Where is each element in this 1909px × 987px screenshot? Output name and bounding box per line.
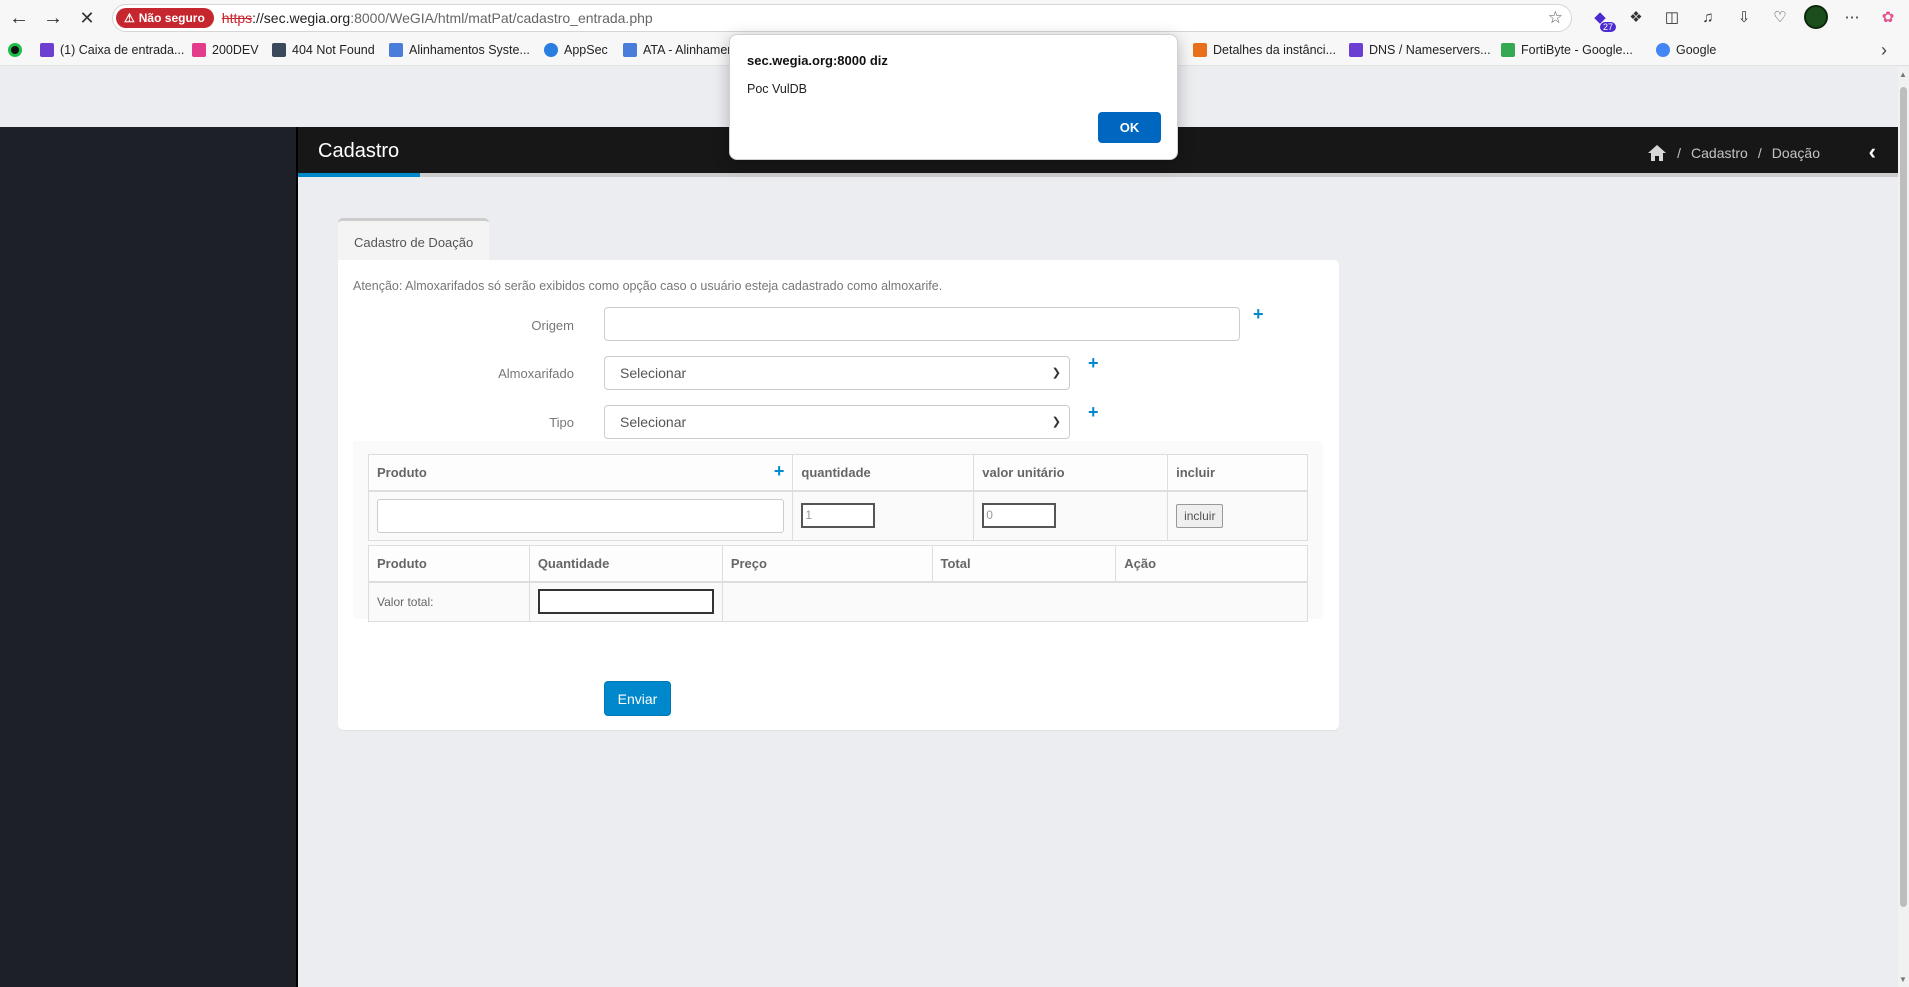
- scroll-up-icon[interactable]: ▲: [1899, 70, 1907, 79]
- alert-dialog: sec.wegia.org:8000 diz Poc VulDB OK: [729, 34, 1178, 160]
- table-row: 1 0 incluir: [367, 490, 1308, 541]
- header-accent: [298, 173, 420, 177]
- bookmark-icon: [544, 43, 558, 57]
- incluir-button[interactable]: incluir: [1176, 503, 1224, 528]
- column-header: Quantidade: [528, 545, 723, 583]
- enviar-button[interactable]: Enviar: [604, 681, 671, 716]
- bookmark-item[interactable]: FortiByte - Google...: [1501, 43, 1633, 57]
- add-origem-icon[interactable]: +: [1253, 304, 1264, 325]
- bookmark-item[interactable]: (1) Caixa de entrada...: [40, 43, 184, 57]
- breadcrumb: / Cadastro / Doação: [1647, 144, 1820, 162]
- stop-loading-icon[interactable]: ✕: [72, 3, 102, 33]
- music-icon[interactable]: ♫: [1696, 5, 1720, 29]
- address-bar[interactable]: ⚠ Não seguro https://sec.wegia.org:8000/…: [112, 4, 1572, 32]
- bookmark-item[interactable]: AppSec: [544, 43, 608, 57]
- dialog-title: sec.wegia.org:8000 diz: [747, 53, 888, 68]
- column-header: Total: [931, 545, 1117, 583]
- scroll-down-icon[interactable]: ▼: [1899, 975, 1907, 984]
- sidebar: [0, 127, 296, 987]
- chevron-left-icon[interactable]: ‹: [1869, 139, 1876, 165]
- bookmark-item[interactable]: DNS / Nameservers...: [1349, 43, 1491, 57]
- puzzle-extensions-icon[interactable]: ❖: [1624, 5, 1648, 29]
- column-header: Produto +: [367, 454, 794, 492]
- almoxarifado-label: Almoxarifado: [498, 366, 574, 381]
- notice-text: Atenção: Almoxarifados só serão exibidos…: [353, 279, 943, 293]
- bookmark-icon: [1656, 43, 1670, 57]
- bookmark-icon: [1501, 43, 1515, 57]
- bookmark-item[interactable]: ATA - Alinhamer: [623, 43, 731, 57]
- column-header: Produto: [368, 545, 530, 583]
- download-icon[interactable]: ⇩: [1732, 5, 1756, 29]
- produto-input[interactable]: [377, 498, 785, 533]
- bookmark-item[interactable]: Alinhamentos Syste...: [389, 43, 530, 57]
- bookmark-icon: [1193, 43, 1207, 57]
- bookmark-item[interactable]: 200DEV: [192, 43, 259, 57]
- sidebar-divider: [296, 127, 298, 987]
- items-section: Produto + quantidade valor unitário inclu…: [353, 441, 1323, 622]
- profile-avatar[interactable]: [1804, 5, 1828, 29]
- quantidade-input[interactable]: 1: [801, 503, 876, 529]
- tipo-label: Tipo: [549, 415, 574, 430]
- tab-cadastro-doacao[interactable]: Cadastro de Doação: [338, 218, 489, 260]
- shield-warning-icon: ⚠: [124, 11, 135, 25]
- column-header: incluir: [1167, 454, 1308, 492]
- dialog-message: Poc VulDB: [747, 82, 807, 96]
- copilot-icon[interactable]: ✿: [1876, 5, 1900, 29]
- valor-total-input[interactable]: [537, 589, 714, 615]
- page-scrollbar[interactable]: ▲ ▼: [1898, 67, 1909, 987]
- more-options-icon[interactable]: ⋯: [1840, 5, 1864, 29]
- security-badge[interactable]: ⚠ Não seguro: [116, 8, 214, 28]
- tipo-select[interactable]: Selecionar ❯: [604, 405, 1070, 439]
- item-entry-table: Produto + quantidade valor unitário inclu…: [367, 454, 1308, 541]
- chevron-right-icon[interactable]: ›: [1881, 40, 1887, 61]
- chevron-down-icon: ❯: [1051, 416, 1061, 428]
- almoxarifado-select[interactable]: Selecionar ❯: [604, 356, 1070, 390]
- chevron-down-icon: ❯: [1051, 367, 1061, 379]
- breadcrumb-item: Doação: [1771, 145, 1820, 161]
- bookmark-icon: [8, 43, 22, 57]
- bookmark-icon: [623, 43, 637, 57]
- form-panel: Atenção: Almoxarifados só serão exibidos…: [338, 260, 1339, 730]
- add-almoxarifado-icon[interactable]: +: [1088, 353, 1099, 374]
- bookmark-item[interactable]: Detalhes da instânci...: [1193, 43, 1336, 57]
- origem-label: Origem: [531, 318, 574, 333]
- bookmark-item[interactable]: Google: [1656, 43, 1716, 57]
- heartbeat-icon[interactable]: ♡: [1768, 5, 1792, 29]
- home-icon[interactable]: [1647, 144, 1667, 162]
- page-title: Cadastro: [318, 140, 400, 162]
- column-header: quantidade: [792, 454, 975, 492]
- valor-unitario-input[interactable]: 0: [982, 503, 1057, 529]
- bookmark-icon: [1349, 43, 1363, 57]
- back-arrow-icon[interactable]: ←: [4, 3, 34, 33]
- forward-arrow-icon[interactable]: →: [38, 3, 68, 33]
- valor-total-label: Valor total:: [368, 581, 530, 622]
- split-screen-icon[interactable]: ◫: [1660, 5, 1684, 29]
- browser-toolbar: ← → ✕ ⚠ Não seguro https://sec.wegia.org…: [0, 0, 1909, 36]
- scrollbar-thumb[interactable]: [1900, 87, 1907, 907]
- add-tipo-icon[interactable]: +: [1088, 402, 1099, 423]
- add-produto-icon[interactable]: +: [774, 461, 785, 482]
- bookmark-icon: [389, 43, 403, 57]
- bookmark-icon: [40, 43, 54, 57]
- summary-table: Produto Quantidade Preço Total Ação Valo…: [368, 545, 1309, 622]
- bookmark-icon: [192, 43, 206, 57]
- bookmark-icon: [272, 43, 286, 57]
- bookmark-item[interactable]: 404 Not Found: [272, 43, 375, 57]
- extension-icon[interactable]: ◆ 27: [1588, 5, 1616, 32]
- favorite-star-icon[interactable]: ☆: [1548, 8, 1563, 28]
- table-row: Valor total:: [368, 581, 1309, 622]
- column-header: Ação: [1115, 545, 1308, 583]
- breadcrumb-item[interactable]: Cadastro: [1691, 145, 1748, 161]
- url-text[interactable]: https://sec.wegia.org:8000/WeGIA/html/ma…: [222, 10, 653, 26]
- ok-button[interactable]: OK: [1098, 112, 1161, 143]
- column-header: Preço: [721, 545, 933, 583]
- bookmark-item[interactable]: [8, 43, 22, 57]
- extensions-bar: ◆ 27 ❖ ◫ ♫ ⇩ ♡ ⋯ ✿: [1588, 5, 1900, 32]
- column-header: valor unitário: [973, 454, 1169, 492]
- origem-input[interactable]: [604, 307, 1240, 341]
